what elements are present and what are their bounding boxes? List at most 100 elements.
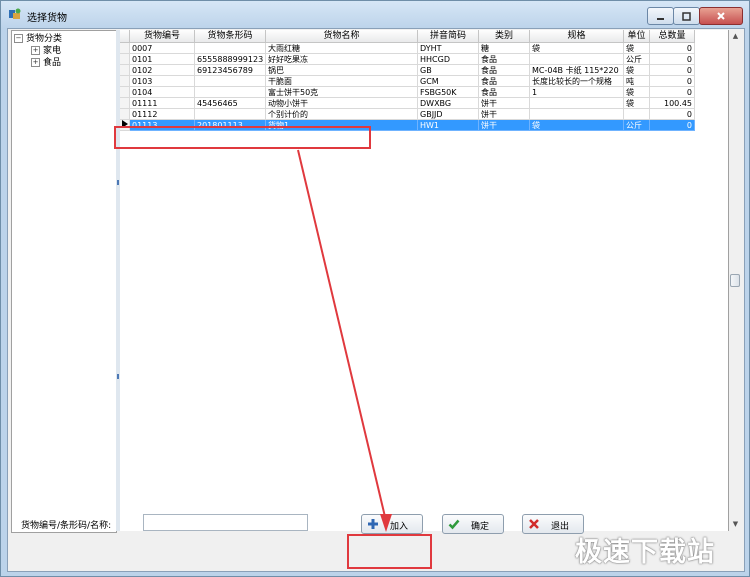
add-button[interactable]: 加入: [361, 514, 423, 534]
table-cell[interactable]: [530, 54, 624, 65]
column-header[interactable]: 规格: [530, 30, 624, 43]
table-cell[interactable]: 饼干: [479, 98, 530, 109]
row-indicator[interactable]: [120, 43, 130, 54]
table-cell[interactable]: 0: [650, 54, 695, 65]
table-cell[interactable]: MC-04B 卡纸 115*220: [530, 65, 624, 76]
table-row[interactable]: 01111 45456465 动物小饼干 DWXBG 饼干 袋 100.45: [120, 98, 695, 109]
table-cell[interactable]: 锅巴: [266, 65, 418, 76]
table-cell[interactable]: 0: [650, 65, 695, 76]
row-indicator[interactable]: [120, 87, 130, 98]
tree-item-food[interactable]: + 食品: [31, 57, 61, 69]
table-cell[interactable]: 货物1: [266, 120, 418, 131]
table-cell[interactable]: HW1: [418, 120, 479, 131]
expand-icon[interactable]: +: [31, 46, 40, 55]
table-row[interactable]: 0102 69123456789 锅巴 GB 食品 MC-04B 卡纸 115*220 袋 0: [120, 65, 695, 76]
table-cell[interactable]: 富士饼干50克: [266, 87, 418, 98]
table-cell[interactable]: 动物小饼干: [266, 98, 418, 109]
row-indicator[interactable]: [120, 54, 130, 65]
row-indicator[interactable]: [120, 76, 130, 87]
table-cell[interactable]: 1: [530, 87, 624, 98]
table-cell[interactable]: 69123456789: [195, 65, 266, 76]
scroll-thumb[interactable]: [730, 274, 740, 287]
search-input[interactable]: [143, 514, 308, 531]
table-cell[interactable]: 公斤: [624, 54, 650, 65]
table-cell[interactable]: 01112: [130, 109, 195, 120]
row-indicator[interactable]: [120, 109, 130, 120]
table-cell[interactable]: GBJJD: [418, 109, 479, 120]
table-cell[interactable]: 袋: [624, 43, 650, 54]
table-cell[interactable]: GB: [418, 65, 479, 76]
row-indicator[interactable]: [120, 120, 130, 131]
table-cell[interactable]: 01113: [130, 120, 195, 131]
table-cell[interactable]: GCM: [418, 76, 479, 87]
table-cell[interactable]: DWXBG: [418, 98, 479, 109]
table-cell[interactable]: [195, 109, 266, 120]
table-cell[interactable]: [195, 43, 266, 54]
table-row[interactable]: 01113 201801113 货物1 HW1 饼干袋公斤 0: [120, 120, 695, 131]
expand-icon[interactable]: +: [31, 58, 40, 67]
scroll-up-icon[interactable]: ▲: [729, 30, 742, 43]
collapse-icon[interactable]: −: [14, 34, 23, 43]
table-cell[interactable]: 长度比较长的一个规格: [530, 76, 624, 87]
column-header[interactable]: 单位: [624, 30, 650, 43]
table-cell[interactable]: 大雨红糖: [266, 43, 418, 54]
table-cell[interactable]: 好好吃果冻: [266, 54, 418, 65]
goods-grid[interactable]: 货物编号 货物条形码 货物名称 拼音简码 类别 规格 单位 总数量 0007 大雨…: [120, 30, 729, 531]
category-tree[interactable]: − 货物分类 + 家电 + 食品: [11, 30, 117, 533]
table-cell[interactable]: 0102: [130, 65, 195, 76]
table-cell[interactable]: 100.45: [650, 98, 695, 109]
table-cell[interactable]: 0101: [130, 54, 195, 65]
table-cell[interactable]: [530, 109, 624, 120]
table-row[interactable]: 0101 6555888999123 好好吃果冻 HHCGD 食品 公斤 0: [120, 54, 695, 65]
table-cell[interactable]: 0: [650, 87, 695, 98]
table-cell[interactable]: [530, 98, 624, 109]
table-cell[interactable]: 饼干: [479, 109, 530, 120]
table-cell[interactable]: [195, 87, 266, 98]
table-cell[interactable]: 01111: [130, 98, 195, 109]
table-cell[interactable]: 食品: [479, 54, 530, 65]
table-row[interactable]: 0007 大雨红糖 DYHT 糖袋袋 0: [120, 43, 695, 54]
table-cell[interactable]: 袋: [624, 87, 650, 98]
table-cell[interactable]: 袋: [530, 43, 624, 54]
table-cell[interactable]: 个别计价的: [266, 109, 418, 120]
confirm-button[interactable]: 确定: [442, 514, 504, 534]
table-cell[interactable]: 0104: [130, 87, 195, 98]
scroll-down-icon[interactable]: ▼: [729, 518, 742, 531]
tree-root[interactable]: − 货物分类: [14, 33, 62, 45]
table-row[interactable]: 0104 富士饼干50克 FSBG50K 食品 1 袋 0: [120, 87, 695, 98]
close-button[interactable]: [699, 7, 743, 25]
column-header[interactable]: 总数量: [650, 30, 695, 43]
column-header[interactable]: 货物名称: [266, 30, 418, 43]
minimize-button[interactable]: [647, 7, 674, 25]
table-cell[interactable]: DYHT: [418, 43, 479, 54]
table-cell[interactable]: FSBG50K: [418, 87, 479, 98]
row-indicator[interactable]: [120, 65, 130, 76]
table-cell[interactable]: 0: [650, 120, 695, 131]
column-header[interactable]: 拼音简码: [418, 30, 479, 43]
table-cell[interactable]: 袋: [624, 98, 650, 109]
table-cell[interactable]: 食品: [479, 76, 530, 87]
table-cell[interactable]: 0007: [130, 43, 195, 54]
table-cell[interactable]: 45456465: [195, 98, 266, 109]
column-header[interactable]: 类别: [479, 30, 530, 43]
row-indicator[interactable]: [120, 98, 130, 109]
table-cell[interactable]: 公斤: [624, 120, 650, 131]
vertical-scrollbar[interactable]: ▲ ▼: [729, 30, 742, 531]
table-cell[interactable]: 干脆面: [266, 76, 418, 87]
maximize-button[interactable]: [673, 7, 700, 25]
table-cell[interactable]: 食品: [479, 65, 530, 76]
table-cell[interactable]: [195, 76, 266, 87]
table-row[interactable]: 0103 干脆面 GCM 食品 长度比较长的一个规格吨 0: [120, 76, 695, 87]
table-cell[interactable]: 饼干: [479, 120, 530, 131]
tree-item-appliances[interactable]: + 家电: [31, 45, 61, 57]
table-cell[interactable]: 6555888999123: [195, 54, 266, 65]
table-cell[interactable]: 吨: [624, 76, 650, 87]
table-cell[interactable]: 0: [650, 109, 695, 120]
table-cell[interactable]: 0: [650, 43, 695, 54]
table-cell[interactable]: 袋: [530, 120, 624, 131]
table-cell[interactable]: HHCGD: [418, 54, 479, 65]
table-cell[interactable]: [624, 109, 650, 120]
table-cell[interactable]: 食品: [479, 87, 530, 98]
column-header[interactable]: 货物条形码: [195, 30, 266, 43]
table-cell[interactable]: 0103: [130, 76, 195, 87]
